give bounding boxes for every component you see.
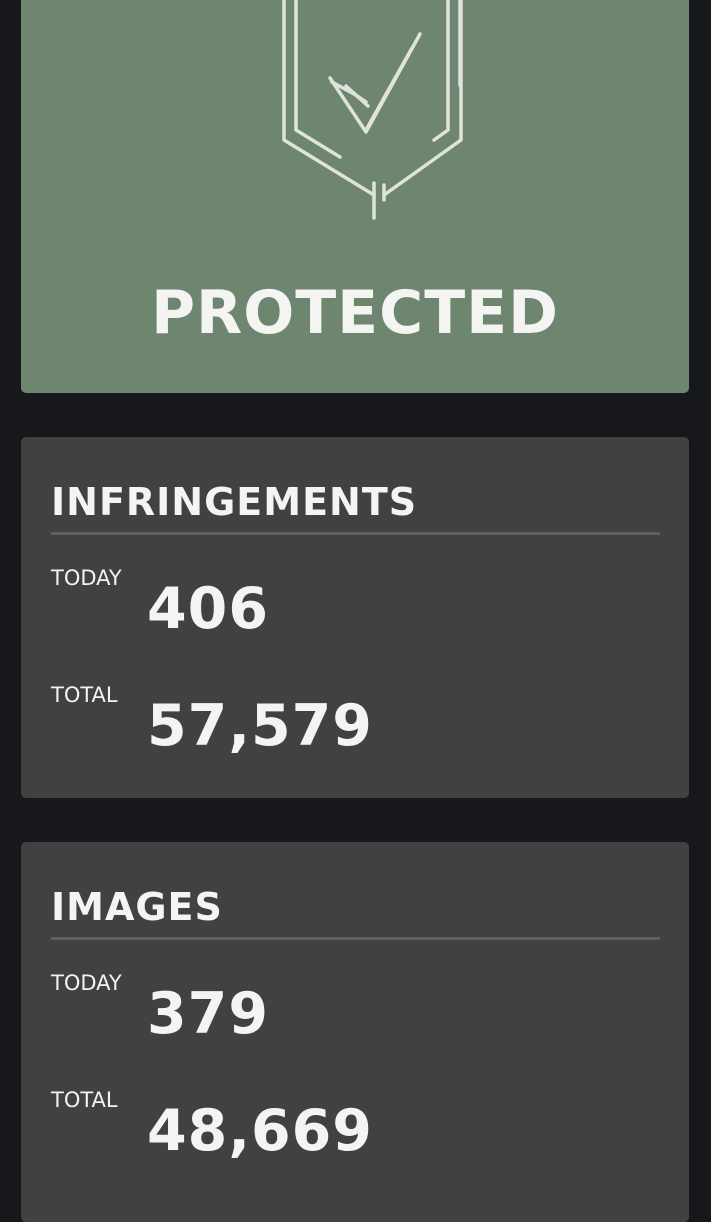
images-title: IMAGES bbox=[51, 885, 223, 929]
protection-status-label: PROTECTED bbox=[151, 278, 559, 348]
infringements-card: INFRINGEMENTS TODAY 406 TOTAL 57,579 bbox=[21, 437, 689, 798]
images-total-value: 48,669 bbox=[147, 1098, 373, 1164]
infringements-today-value: 406 bbox=[147, 576, 269, 642]
images-today-value: 379 bbox=[147, 981, 269, 1047]
today-label: TODAY bbox=[51, 566, 122, 590]
total-label: TOTAL bbox=[51, 683, 118, 707]
divider bbox=[51, 937, 660, 940]
images-card: IMAGES TODAY 379 TOTAL 48,669 bbox=[21, 842, 689, 1222]
total-label: TOTAL bbox=[51, 1088, 118, 1112]
today-label: TODAY bbox=[51, 971, 122, 995]
infringements-title: INFRINGEMENTS bbox=[51, 480, 418, 524]
infringements-total-value: 57,579 bbox=[147, 693, 373, 759]
divider bbox=[51, 532, 660, 535]
shield-check-icon bbox=[282, 0, 463, 220]
protection-status-card: PROTECTED bbox=[21, 0, 689, 393]
